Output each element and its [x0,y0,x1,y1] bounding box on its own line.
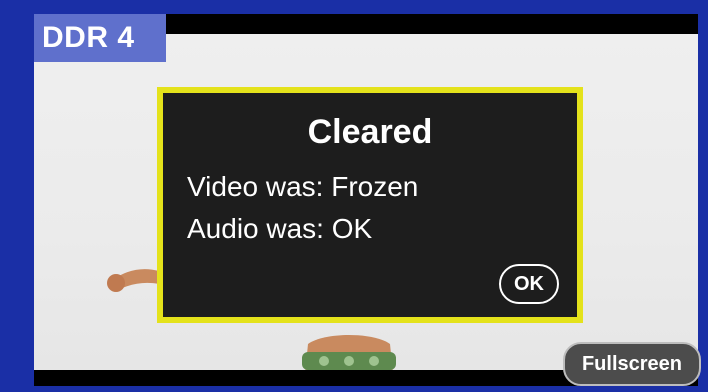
video-panel: DDR 4 Cleared Video was: Frozen Audio wa… [0,0,708,392]
dialog-title: Cleared [307,113,433,151]
fullscreen-button[interactable]: Fullscreen [563,342,701,386]
dancer-torso-image [302,335,396,370]
channel-label: DDR 4 [34,14,166,62]
video-status-text: Video was: Frozen [187,171,419,202]
audio-status-text: Audio was: OK [187,213,373,244]
ok-button[interactable]: OK [499,264,559,304]
status-dialog: Cleared Video was: Frozen Audio was: OK … [157,87,583,323]
